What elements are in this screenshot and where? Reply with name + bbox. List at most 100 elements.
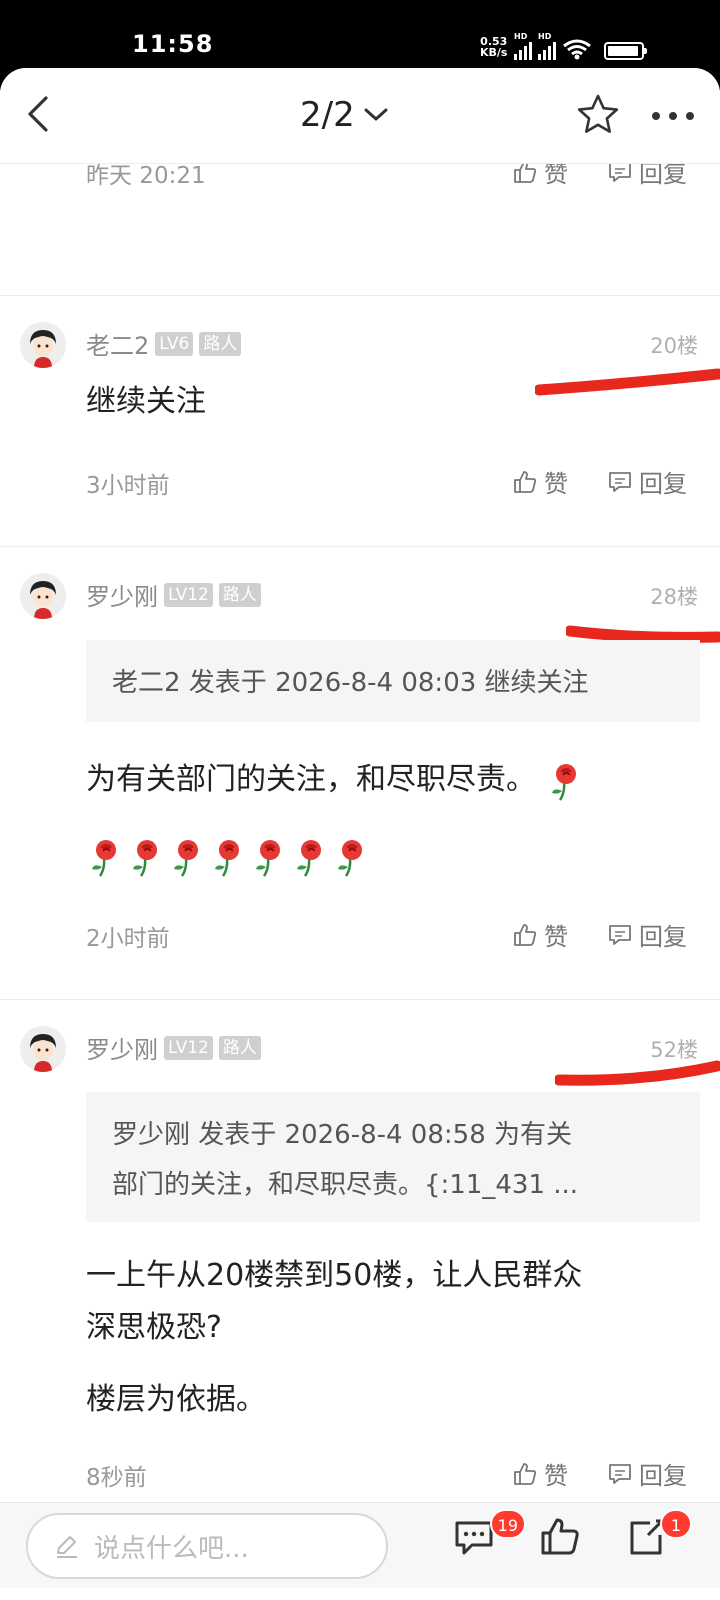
top-bar: 2/2 [0,68,720,164]
comment-icon [609,471,631,492]
like-label: 赞 [544,470,568,498]
like-label: 赞 [544,1462,568,1490]
comment-item: 罗少刚 LV12 路人 52楼 罗少刚 发表于 2026-8-4 08:58 为… [0,1000,720,1502]
chevron-left-icon[interactable] [14,88,66,140]
comment-icon [609,924,631,945]
app-screen: 2/2 昨天 20:21 赞 回复 老二2 LV6 路人 20楼 继续关注 3小… [0,68,720,1600]
reply-button[interactable]: 回复 [607,1456,687,1491]
reply-label: 回复 [639,923,687,951]
thumbs-up-icon [514,470,537,493]
comment-text: 继续关注 [86,384,206,419]
signal-icon-2: HD [538,32,556,60]
post-time: 昨天 20:21 [86,164,206,189]
bottom-action-bar: 说点什么吧... 19 1 [0,1502,720,1588]
network-speed-unit: KB/s [480,46,508,59]
reply-label: 回复 [639,164,687,188]
username-row: 罗少刚 LV12 路人 [86,1030,261,1065]
red-annotation-line [555,1060,720,1086]
comment-list: 昨天 20:21 赞 回复 老二2 LV6 路人 20楼 继续关注 3小时前 赞… [0,164,720,1502]
comment-input-placeholder: 说点什么吧... [94,1533,249,1564]
rose-emoji-icon [133,839,157,877]
share-count-badge: 1 [660,1509,692,1539]
quoted-comment[interactable]: 老二2 发表于 2026-8-4 08:03 继续关注 [86,640,700,722]
level-badge: LV12 [164,582,213,607]
rose-emoji-icon [256,839,280,877]
rose-emoji-icon [551,763,576,801]
comment-text: 一上午从20楼禁到50楼，让人民群众 深思极恐? [86,1250,696,1354]
status-bar: 11:58 0.53 KB/s HD HD [0,0,720,70]
post-time: 3小时前 [86,473,170,499]
comment-text-line: 深思极恐? [86,1310,222,1345]
chevron-down-icon [364,108,388,121]
page-indicator: 2/2 [300,95,355,135]
post-time: 8秒前 [86,1465,147,1491]
system-nav-bar [0,1588,720,1600]
status-icons: HD HD [514,32,647,60]
status-time: 11:58 [132,30,214,58]
star-icon[interactable] [575,92,621,138]
comment-item: 罗少刚 LV12 路人 28楼 老二2 发表于 2026-8-4 08:03 继… [0,547,720,999]
thumbs-up-icon [541,1518,579,1555]
title-badge: 路人 [199,331,242,356]
level-badge: LV12 [164,1035,213,1060]
reply-button[interactable]: 回复 [607,917,687,952]
post-time: 2小时前 [86,926,170,952]
comment-text: 为有关部门的关注，和尽职尽责。 [86,754,696,806]
like-label: 赞 [544,923,568,951]
thumbs-up-icon [514,164,537,183]
username-row: 老二2 LV6 路人 [86,326,242,361]
comments-button[interactable]: 19 [452,1509,526,1567]
more-icon[interactable] [648,98,698,134]
reply-button[interactable]: 回复 [607,164,687,189]
username[interactable]: 罗少刚 [86,577,158,612]
signal-hd-label-2: HD [538,32,552,41]
thumbs-up-icon [514,923,537,946]
like-button[interactable]: 赞 [512,164,568,189]
avatar[interactable] [20,573,66,619]
rose-emoji-icon [215,839,239,877]
rose-emoji-icon [174,839,198,877]
like-button[interactable]: 赞 [512,1456,568,1491]
quote-line: 部门的关注，和尽职尽责。{:11_431 ... [112,1170,579,1200]
comment-input[interactable]: 说点什么吧... [26,1513,388,1579]
avatar[interactable] [20,1026,66,1072]
comment-icon [609,1463,631,1484]
avatar[interactable] [20,322,66,368]
username-row: 罗少刚 LV12 路人 [86,577,261,612]
title-badge: 路人 [218,1035,261,1060]
username[interactable]: 罗少刚 [86,1030,158,1065]
rose-emoji-icon [297,839,321,877]
wifi-icon [563,39,591,60]
level-badge: LV6 [155,331,194,356]
share-button[interactable]: 1 [624,1509,692,1567]
comment-icon [609,164,631,182]
battery-icon [604,42,647,60]
username[interactable]: 老二2 [86,326,149,361]
title-badge: 路人 [218,582,261,607]
like-post-button[interactable] [538,1515,590,1567]
comment-text-line: 一上午从20楼禁到50楼，让人民群众 [86,1258,583,1293]
comment-item: 老二2 LV6 路人 20楼 继续关注 3小时前 赞 回复 [0,296,720,546]
comment-text: 楼层为依据。 [86,1382,266,1417]
signal-hd-label: HD [514,32,528,41]
comment-count-badge: 19 [489,1509,526,1539]
reply-label: 回复 [639,1462,687,1490]
rose-emoji-icon [338,839,362,877]
reply-button[interactable]: 回复 [607,464,687,499]
pencil-icon [57,1536,77,1558]
quote-line: 罗少刚 发表于 2026-8-4 08:58 为有关 [112,1120,573,1150]
rose-emoji-icon [92,839,116,877]
quoted-comment[interactable]: 罗少刚 发表于 2026-8-4 08:58 为有关 部门的关注，和尽职尽责。{… [86,1092,700,1222]
floor-number: 20楼 [650,334,698,358]
signal-icon: HD [514,32,532,60]
previous-post-meta: 昨天 20:21 赞 回复 [0,164,720,236]
reply-label: 回复 [639,470,687,498]
network-speed: 0.53 KB/s [480,36,507,58]
emoji-row [86,830,696,882]
comment-text-content: 为有关部门的关注，和尽职尽责。 [86,762,536,797]
like-button[interactable]: 赞 [512,917,568,952]
like-button[interactable]: 赞 [512,464,568,499]
page-selector[interactable]: 2/2 [300,90,389,140]
like-label: 赞 [544,164,568,188]
floor-number: 28楼 [650,585,698,609]
